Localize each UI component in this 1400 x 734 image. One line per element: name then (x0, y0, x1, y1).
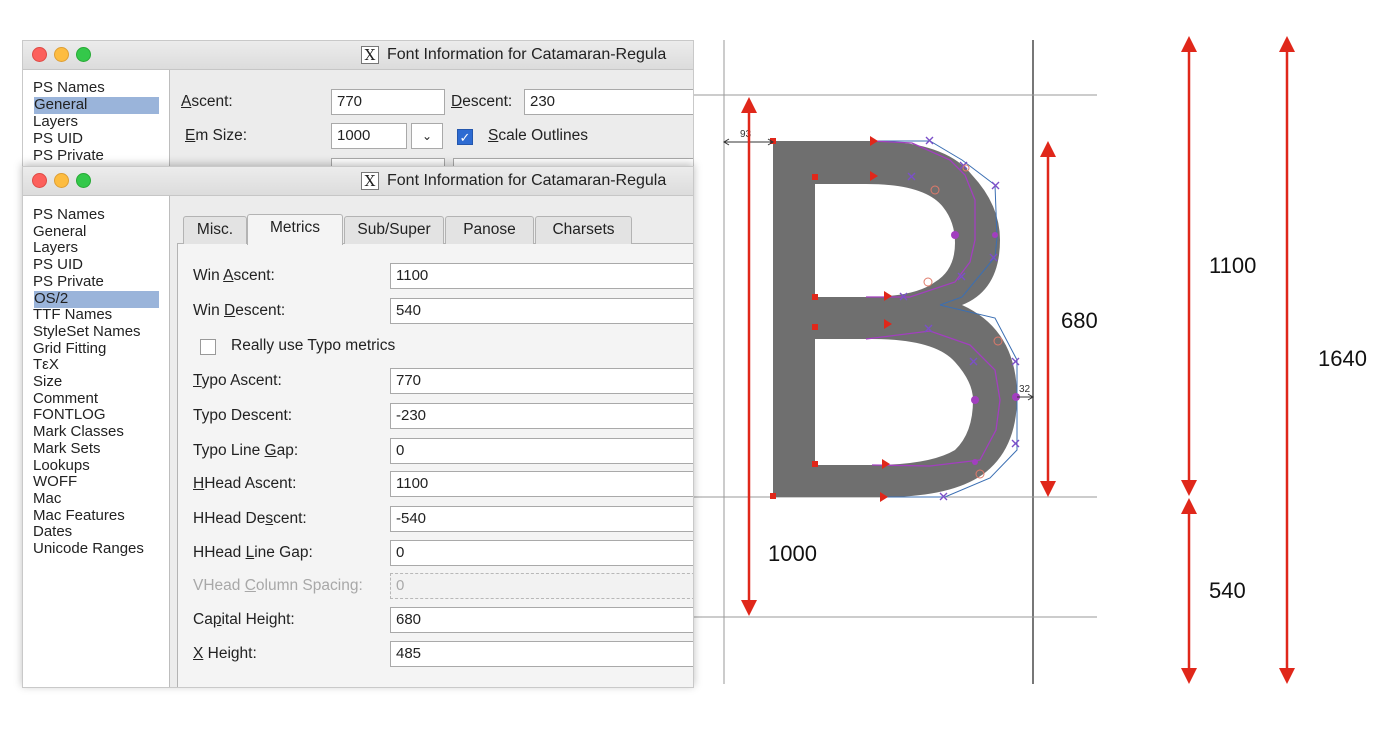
close-button[interactable] (32, 47, 47, 62)
em-size-field-label: Em Size: (185, 127, 248, 144)
scale-outlines-label: Scale Outlines (488, 127, 588, 144)
typo-metrics-label: Really use Typo metrics (231, 337, 396, 354)
x11-icon: X (361, 172, 379, 190)
capital-height-label: Capital Height: (193, 611, 295, 628)
minimize-button[interactable] (54, 173, 69, 188)
scale-outlines-checkbox[interactable]: ✓ (457, 129, 473, 145)
tab-charsets[interactable]: Charsets (535, 216, 632, 244)
sidebar: PS Names General Layers PS UID PS Privat… (23, 70, 170, 176)
win-ascent-label: Win Ascent: (193, 267, 275, 284)
zoom-button[interactable] (76, 173, 91, 188)
glyph-B (773, 141, 1017, 497)
win-ascent-field[interactable]: 1100 (390, 263, 693, 289)
hhead-ascent-label: HHead Ascent: (193, 475, 297, 492)
sidebar: PS Names General Layers PS UID PS Privat… (23, 196, 170, 687)
sidebar-item-ps-names[interactable]: PS Names (33, 79, 105, 97)
ascent-label: Ascent: (181, 93, 233, 110)
typo-descent-field[interactable]: -230 (390, 403, 693, 429)
hhead-descent-label: HHead Descent: (193, 510, 307, 527)
window-title: Font Information for Catamaran-Regula (387, 46, 667, 63)
sidebar-item-ps-uid[interactable]: PS UID (33, 256, 83, 274)
em-size-label: 1000 (768, 541, 817, 566)
x-height-label: X Height: (193, 645, 257, 662)
win-descent-label: 540 (1209, 578, 1246, 603)
tab-misc[interactable]: Misc. (183, 216, 247, 244)
x-height-field[interactable]: 485 (390, 641, 693, 667)
win-descent-field[interactable]: 540 (390, 298, 693, 324)
minimize-button[interactable] (54, 47, 69, 62)
x11-icon: X (361, 46, 379, 64)
win-ascent-label: 1100 (1209, 253, 1257, 278)
font-info-window-general: X Font Information for Catamaran-Regula … (22, 40, 694, 177)
close-button[interactable] (32, 173, 47, 188)
win-descent-label: Win Descent: (193, 302, 286, 319)
sidebar-item-tex[interactable]: TεX (33, 356, 59, 374)
sidebar-item-ps-private[interactable]: PS Private (33, 147, 104, 165)
zoom-button[interactable] (76, 47, 91, 62)
rsb-label: 32 (1019, 384, 1031, 395)
hhead-descent-field[interactable]: -540 (390, 506, 693, 532)
total-height-label: 1640 (1318, 346, 1367, 371)
sidebar-item-unicode-ranges[interactable]: Unicode Ranges (33, 540, 144, 558)
titlebar: X Font Information for Catamaran-Regula (23, 167, 693, 196)
ascent-field[interactable]: 770 (331, 89, 445, 115)
hhead-ascent-field[interactable]: 1100 (390, 471, 693, 497)
vhead-column-spacing-label: VHead Column Spacing: (193, 577, 363, 594)
typo-line-gap-label: Typo Line Gap: (193, 442, 299, 459)
typo-ascent-label: Typo Ascent: (193, 372, 282, 389)
sidebar-item-mac[interactable]: Mac (33, 490, 61, 508)
sidebar-item-ps-names[interactable]: PS Names (33, 206, 105, 224)
em-size-field[interactable]: 1000 (331, 123, 407, 149)
sidebar-item-woff[interactable]: WOFF (33, 473, 77, 491)
descent-field[interactable]: 230 (524, 89, 693, 115)
titlebar: X Font Information for Catamaran-Regula (23, 41, 693, 70)
typo-descent-label: Typo Descent: (193, 407, 293, 424)
sidebar-item-size[interactable]: Size (33, 373, 62, 391)
hhead-line-gap-field[interactable]: 0 (390, 540, 693, 566)
tab-sub-super[interactable]: Sub/Super (344, 216, 444, 244)
em-size-dropdown[interactable]: ⌄ (411, 123, 443, 149)
sidebar-item-styleset-names[interactable]: StyleSet Names (33, 323, 141, 341)
tab-metrics[interactable]: Metrics (247, 214, 343, 245)
font-info-window-os2: X Font Information for Catamaran-Regula … (22, 166, 694, 688)
typo-line-gap-field[interactable]: 0 (390, 438, 693, 464)
hhead-line-gap-label: HHead Line Gap: (193, 544, 313, 561)
sidebar-item-ps-uid[interactable]: PS UID (33, 130, 83, 148)
sidebar-item-fontlog[interactable]: FONTLOG (33, 406, 106, 424)
sidebar-item-mark-classes[interactable]: Mark Classes (33, 423, 124, 441)
typo-metrics-checkbox[interactable] (200, 339, 216, 355)
sidebar-item-ttf-names[interactable]: TTF Names (33, 306, 112, 324)
sidebar-item-dates[interactable]: Dates (33, 523, 72, 541)
sidebar-item-general[interactable]: General (34, 96, 159, 114)
descent-label: Descent: (451, 93, 513, 110)
cap-height-label: 680 (1061, 308, 1098, 333)
typo-ascent-field[interactable]: 770 (390, 368, 693, 394)
vhead-column-spacing-field: 0 (390, 573, 693, 599)
window-title: Font Information for Catamaran-Regula (387, 172, 667, 189)
capital-height-field[interactable]: 680 (390, 607, 693, 633)
sidebar-item-mark-sets[interactable]: Mark Sets (33, 440, 101, 458)
sidebar-item-ps-private[interactable]: PS Private (33, 273, 104, 291)
sidebar-item-layers[interactable]: Layers (33, 239, 78, 257)
tab-panose[interactable]: Panose (445, 216, 534, 244)
sidebar-item-layers[interactable]: Layers (33, 113, 78, 131)
